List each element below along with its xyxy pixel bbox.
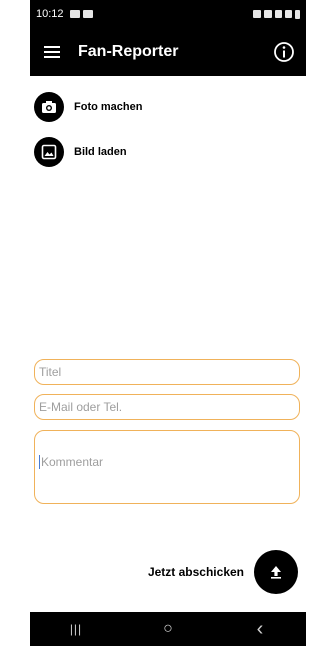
app-screen: 10:12 Fan-Reporter Foto machen Bild lade… (30, 0, 306, 646)
notification-icons (69, 10, 93, 18)
status-bar: 10:12 (30, 0, 306, 28)
camera-icon (34, 92, 64, 122)
contact-placeholder: E-Mail oder Tel. (39, 400, 123, 414)
notification-image-icon (82, 10, 93, 18)
title-input[interactable]: Titel (34, 359, 300, 385)
title-placeholder: Titel (39, 365, 62, 379)
home-icon: ○ (163, 620, 173, 637)
comment-textarea[interactable]: Kommentar (34, 430, 300, 504)
notification-gallery-icon (69, 10, 80, 18)
battery-icon (295, 9, 300, 19)
system-icons (253, 9, 300, 19)
hamburger-menu-icon[interactable] (30, 28, 74, 76)
mute-icon (264, 10, 272, 18)
load-image-button[interactable]: Bild laden (34, 137, 127, 167)
comment-placeholder: Kommentar (41, 455, 104, 469)
signal-icon (285, 10, 292, 18)
app-bar: Fan-Reporter (30, 28, 306, 76)
app-title: Fan-Reporter (78, 43, 179, 60)
wifi-icon (275, 10, 282, 18)
info-icon[interactable] (262, 28, 306, 76)
take-photo-button[interactable]: Foto machen (34, 92, 142, 122)
home-button[interactable]: ○ (138, 620, 198, 638)
back-button[interactable]: ‹ (230, 618, 290, 641)
recents-icon: ||| (69, 622, 83, 636)
submit-label: Jetzt abschicken (147, 565, 244, 579)
contact-input[interactable]: E-Mail oder Tel. (34, 394, 300, 420)
load-image-label: Bild laden (74, 146, 127, 158)
alarm-icon (253, 10, 261, 18)
back-icon: ‹ (256, 617, 264, 640)
system-nav-bar: ||| ○ ‹ (30, 612, 306, 646)
image-icon (34, 137, 64, 167)
take-photo-label: Foto machen (74, 101, 143, 113)
submit-row: Jetzt abschicken (148, 550, 298, 594)
upload-icon[interactable] (254, 550, 298, 594)
text-cursor (39, 455, 40, 469)
recents-button[interactable]: ||| (46, 622, 106, 636)
status-time: 10:12 (36, 8, 64, 20)
